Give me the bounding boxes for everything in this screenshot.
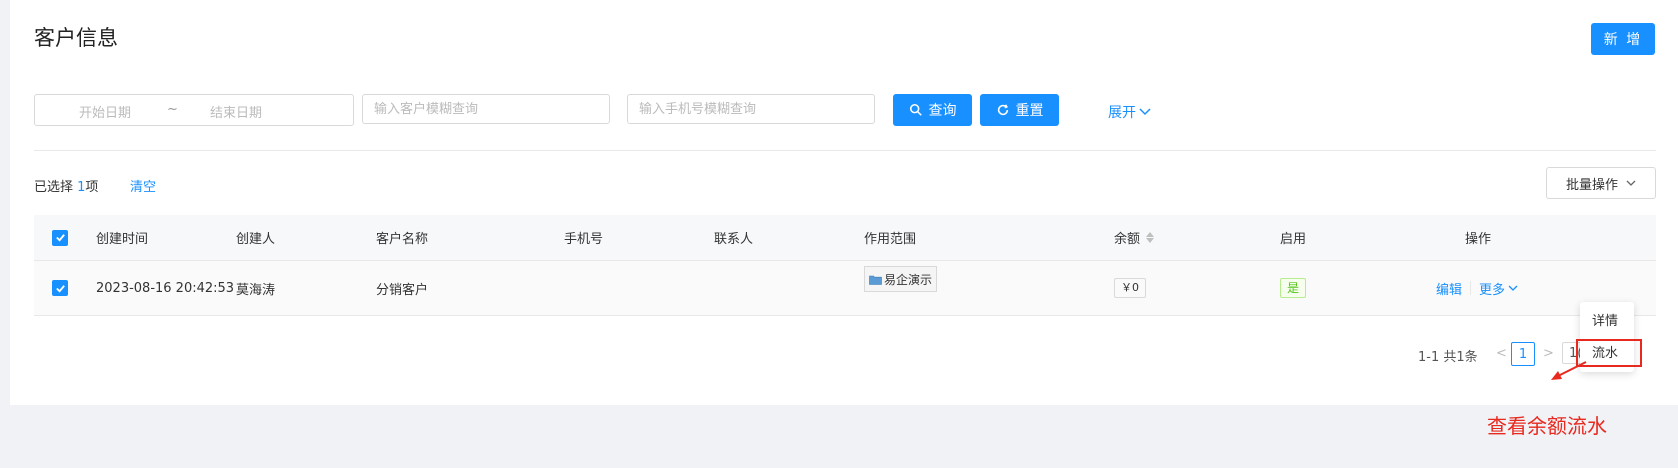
- annotation-arrow-icon: [1551, 361, 1587, 380]
- menu-item-detail[interactable]: 详情: [1592, 310, 1618, 329]
- folder-icon: [869, 275, 882, 285]
- action-separator: [1470, 281, 1472, 295]
- cell-creator: 莫海涛: [236, 282, 276, 298]
- date-range-picker[interactable]: 开始日期 ~ 结束日期: [34, 94, 354, 126]
- column-header-phone: 手机号: [564, 232, 604, 247]
- start-date-input[interactable]: 开始日期: [79, 102, 131, 121]
- balance-header-label: 余额: [1114, 232, 1141, 247]
- phone-search-input[interactable]: 输入手机号模糊查询: [627, 94, 875, 124]
- customer-search-input[interactable]: 输入客户模糊查询: [362, 94, 610, 124]
- content-card: [10, 0, 1678, 405]
- column-header-enabled: 启用: [1280, 232, 1307, 247]
- column-header-created-at: 创建时间: [96, 232, 149, 247]
- pagination-total: 1-1 共1条: [1418, 350, 1478, 365]
- column-header-scope: 作用范围: [864, 232, 917, 247]
- more-label: 更多: [1479, 282, 1506, 298]
- column-header-balance[interactable]: 余额: [1114, 215, 1155, 260]
- annotation-label: 查看余额流水: [1487, 414, 1607, 438]
- chevron-down-icon: [1139, 108, 1151, 116]
- check-icon: [55, 284, 65, 293]
- selection-count: 已选择 1项: [34, 176, 98, 195]
- enabled-tag: 是: [1280, 278, 1307, 298]
- prev-page-button[interactable]: <: [1496, 346, 1507, 361]
- page-1-button[interactable]: 1: [1511, 342, 1535, 366]
- reset-button[interactable]: 重置: [980, 94, 1059, 126]
- scope-label: 易企演示: [884, 272, 933, 287]
- balance-tag: ￥0: [1114, 278, 1146, 298]
- divider: [34, 150, 1656, 151]
- table-header: 创建时间 创建人 客户名称 手机号 联系人 作用范围 余额 启用 操作: [34, 215, 1656, 261]
- cell-customer-name: 分销客户: [376, 282, 429, 298]
- scope-tag: 易企演示: [864, 266, 938, 292]
- range-separator: ~: [167, 102, 178, 117]
- select-all-checkbox[interactable]: [52, 215, 68, 260]
- page-title: 客户信息: [34, 26, 118, 50]
- search-button-label: 查询: [928, 103, 957, 119]
- column-header-creator: 创建人: [236, 232, 276, 247]
- cell-created-at: 2023-08-16 20:42:53: [96, 280, 235, 296]
- column-header-customer-name: 客户名称: [376, 232, 429, 247]
- row-checkbox[interactable]: [52, 261, 68, 315]
- expand-link-label: 展开: [1108, 105, 1136, 121]
- next-page-button[interactable]: >: [1543, 346, 1554, 361]
- search-icon: [909, 103, 922, 116]
- chevron-down-icon: [1626, 180, 1636, 186]
- reset-button-label: 重置: [1015, 103, 1044, 119]
- expand-link[interactable]: 展开: [1108, 102, 1151, 122]
- selection-prefix: 已选择: [34, 180, 78, 195]
- selection-suffix: 项: [85, 180, 99, 195]
- end-date-input[interactable]: 结束日期: [210, 102, 262, 121]
- table-row: 2023-08-16 20:42:53 莫海涛 分销客户 易企演示 ￥0 是 编…: [34, 261, 1656, 316]
- cell-actions: 编辑 更多: [1436, 261, 1518, 315]
- search-button[interactable]: 查询: [893, 94, 972, 126]
- check-icon: [55, 234, 65, 242]
- edit-link[interactable]: 编辑: [1436, 279, 1462, 298]
- batch-operation-dropdown[interactable]: 批量操作: [1546, 167, 1656, 199]
- sort-icon[interactable]: [1146, 232, 1155, 243]
- column-header-contact: 联系人: [714, 232, 754, 247]
- column-header-actions: 操作: [1465, 232, 1492, 247]
- clear-selection-link[interactable]: 清空: [130, 176, 156, 195]
- cell-balance: ￥0: [1114, 261, 1146, 315]
- cell-enabled: 是: [1280, 261, 1307, 315]
- chevron-down-icon: [1508, 285, 1518, 291]
- batch-operation-label: 批量操作: [1565, 177, 1618, 193]
- cell-scope: 易企演示: [864, 261, 938, 315]
- refresh-icon: [997, 104, 1008, 116]
- add-button[interactable]: 新 增: [1591, 23, 1655, 55]
- more-dropdown[interactable]: 更多: [1479, 279, 1518, 298]
